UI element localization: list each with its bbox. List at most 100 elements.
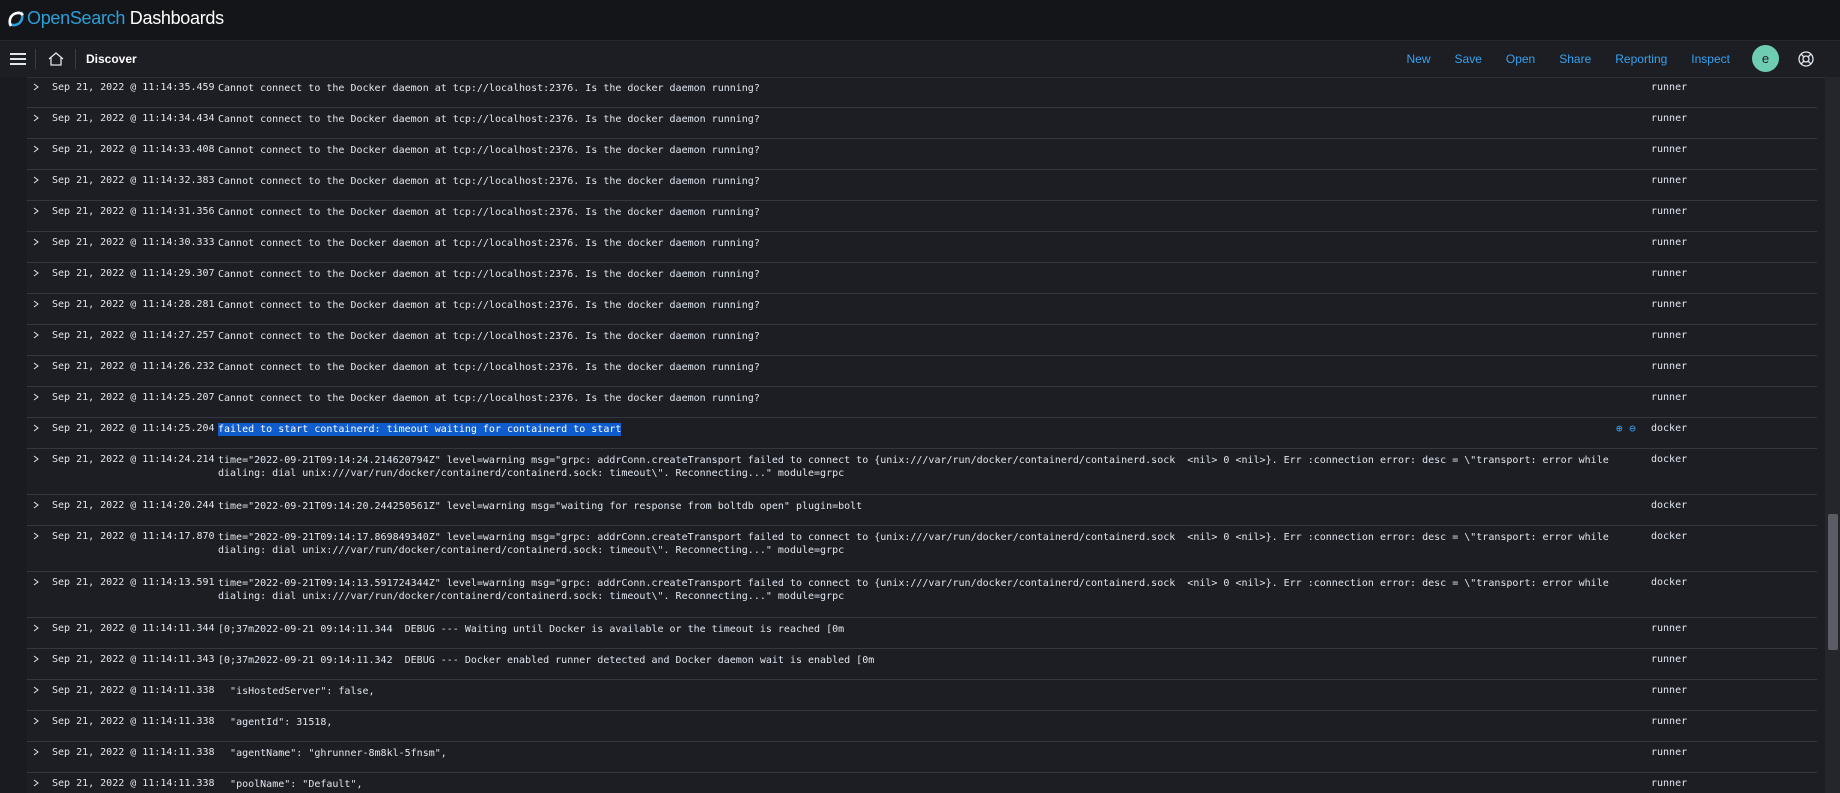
row-message: Cannot connect to the Docker daemon at t… [218,145,760,156]
help-icon[interactable] [1797,50,1815,68]
row-timestamp: Sep 21, 2022 @ 11:14:11.344 [52,623,215,634]
row-timestamp: Sep 21, 2022 @ 11:14:11.338 [52,778,215,789]
row-timestamp: Sep 21, 2022 @ 11:14:27.257 [52,330,215,341]
row-timestamp: Sep 21, 2022 @ 11:14:25.207 [52,392,215,403]
inspect-button[interactable]: Inspect [1691,52,1730,66]
table-row[interactable]: Sep 21, 2022 @ 11:14:24.214 time="2022-09… [27,449,1817,495]
row-host: runner [1651,654,1688,665]
row-message: [0;37m2022-09-21 09:14:11.344 DEBUG --- … [218,624,845,635]
row-host: runner [1651,144,1688,155]
row-message: "agentName": "ghrunner-8m8kl-5fnsm", [218,748,447,759]
row-message: Cannot connect to the Docker daemon at t… [218,269,760,280]
expand-row-chevron-icon[interactable] [31,144,41,154]
expand-row-chevron-icon[interactable] [31,778,41,788]
expand-row-chevron-icon[interactable] [31,299,41,309]
row-host: runner [1651,747,1688,758]
table-row[interactable]: Sep 21, 2022 @ 11:14:13.591 time="2022-09… [27,572,1817,618]
expand-row-chevron-icon[interactable] [31,577,41,587]
table-row[interactable]: Sep 21, 2022 @ 11:14:28.281 Cannot connec… [27,294,1817,325]
app-navbar: Discover New Save Open Share Reporting I… [0,41,1840,78]
expand-row-chevron-icon[interactable] [31,113,41,123]
table-row[interactable]: Sep 21, 2022 @ 11:14:17.870 time="2022-09… [27,526,1817,572]
document-rows: Sep 21, 2022 @ 11:14:35.459 Cannot connec… [27,77,1817,793]
table-row[interactable]: Sep 21, 2022 @ 11:14:26.232 Cannot connec… [27,356,1817,387]
table-row[interactable]: Sep 21, 2022 @ 11:14:11.343 [0;37m2022-09… [27,649,1817,680]
reporting-button[interactable]: Reporting [1615,52,1667,66]
table-row[interactable]: Sep 21, 2022 @ 11:14:33.408 Cannot connec… [27,139,1817,170]
new-button[interactable]: New [1407,52,1431,66]
row-timestamp: Sep 21, 2022 @ 11:14:24.214 [52,454,215,465]
row-timestamp: Sep 21, 2022 @ 11:14:11.343 [52,654,215,665]
scrollbar-thumb[interactable] [1828,514,1838,650]
table-row[interactable]: Sep 21, 2022 @ 11:14:11.338 "agentId": 3… [27,711,1817,742]
row-host: docker [1651,500,1688,511]
row-host: docker [1651,423,1688,434]
expand-row-chevron-icon[interactable] [31,500,41,510]
expand-row-chevron-icon[interactable] [31,361,41,371]
row-timestamp: Sep 21, 2022 @ 11:14:11.338 [52,716,215,727]
table-row[interactable]: Sep 21, 2022 @ 11:14:25.207 Cannot connec… [27,387,1817,418]
table-row[interactable]: Sep 21, 2022 @ 11:14:20.244 time="2022-09… [27,495,1817,526]
table-row[interactable]: Sep 21, 2022 @ 11:14:27.257 Cannot connec… [27,325,1817,356]
row-message: Cannot connect to the Docker daemon at t… [218,176,760,187]
row-timestamp: Sep 21, 2022 @ 11:14:11.338 [52,747,215,758]
row-host: runner [1651,299,1688,310]
divider [35,49,36,69]
table-row[interactable]: Sep 21, 2022 @ 11:14:31.356 Cannot connec… [27,201,1817,232]
row-message: time="2022-09-21T09:14:13.591724344Z" le… [218,578,1615,602]
expand-row-chevron-icon[interactable] [31,237,41,247]
expand-row-chevron-icon[interactable] [31,454,41,464]
avatar[interactable]: e [1752,45,1779,72]
row-timestamp: Sep 21, 2022 @ 11:14:33.408 [52,144,215,155]
share-button[interactable]: Share [1559,52,1591,66]
expand-row-chevron-icon[interactable] [31,623,41,633]
row-host: docker [1651,531,1688,542]
row-timestamp: Sep 21, 2022 @ 11:14:17.870 [52,531,215,542]
expand-row-chevron-icon[interactable] [31,330,41,340]
row-message: Cannot connect to the Docker daemon at t… [218,238,760,249]
table-row[interactable]: Sep 21, 2022 @ 11:14:11.338 "isHostedSer… [27,680,1817,711]
table-row[interactable]: Sep 21, 2022 @ 11:14:35.459 Cannot connec… [27,77,1817,108]
expand-row-chevron-icon[interactable] [31,82,41,92]
row-timestamp: Sep 21, 2022 @ 11:14:32.383 [52,175,215,186]
expand-row-chevron-icon[interactable] [31,747,41,757]
expand-row-chevron-icon[interactable] [31,423,41,433]
filter-for-value-icon[interactable]: ⊕ ⊖ [1616,422,1636,435]
table-row[interactable]: Sep 21, 2022 @ 11:14:32.383 Cannot connec… [27,170,1817,201]
table-row[interactable]: Sep 21, 2022 @ 11:14:25.204 failed to sta… [27,418,1817,449]
row-host: runner [1651,716,1688,727]
opensearch-logo[interactable]: OpenSearch Dashboards [8,8,224,29]
row-message: Cannot connect to the Docker daemon at t… [218,300,760,311]
row-host: runner [1651,206,1688,217]
row-message: Cannot connect to the Docker daemon at t… [218,362,760,373]
expand-row-chevron-icon[interactable] [31,654,41,664]
expand-row-chevron-icon[interactable] [31,206,41,216]
expand-row-chevron-icon[interactable] [31,268,41,278]
expand-row-chevron-icon[interactable] [31,392,41,402]
table-row[interactable]: Sep 21, 2022 @ 11:14:11.344 [0;37m2022-09… [27,618,1817,649]
home-icon[interactable] [47,51,65,67]
row-timestamp: Sep 21, 2022 @ 11:14:34.434 [52,113,215,124]
expand-row-chevron-icon[interactable] [31,175,41,185]
menu-icon[interactable] [10,51,26,67]
expand-row-chevron-icon[interactable] [31,531,41,541]
row-host: runner [1651,113,1688,124]
row-host: docker [1651,577,1688,588]
scrollbar[interactable] [1825,77,1840,793]
table-row[interactable]: Sep 21, 2022 @ 11:14:29.307 Cannot connec… [27,263,1817,294]
table-row[interactable]: Sep 21, 2022 @ 11:14:11.338 "poolName": … [27,773,1817,793]
row-host: runner [1651,623,1688,634]
page-title: Discover [86,52,137,66]
table-row[interactable]: Sep 21, 2022 @ 11:14:34.434 Cannot connec… [27,108,1817,139]
row-timestamp: Sep 21, 2022 @ 11:14:26.232 [52,361,215,372]
expand-row-chevron-icon[interactable] [31,716,41,726]
row-message: Cannot connect to the Docker daemon at t… [218,393,760,404]
row-timestamp: Sep 21, 2022 @ 11:14:30.333 [52,237,215,248]
open-button[interactable]: Open [1506,52,1535,66]
save-button[interactable]: Save [1455,52,1482,66]
table-row[interactable]: Sep 21, 2022 @ 11:14:30.333 Cannot connec… [27,232,1817,263]
row-message: "isHostedServer": false, [218,686,375,697]
table-row[interactable]: Sep 21, 2022 @ 11:14:11.338 "agentName":… [27,742,1817,773]
row-message: [0;37m2022-09-21 09:14:11.342 DEBUG --- … [218,655,875,666]
expand-row-chevron-icon[interactable] [31,685,41,695]
